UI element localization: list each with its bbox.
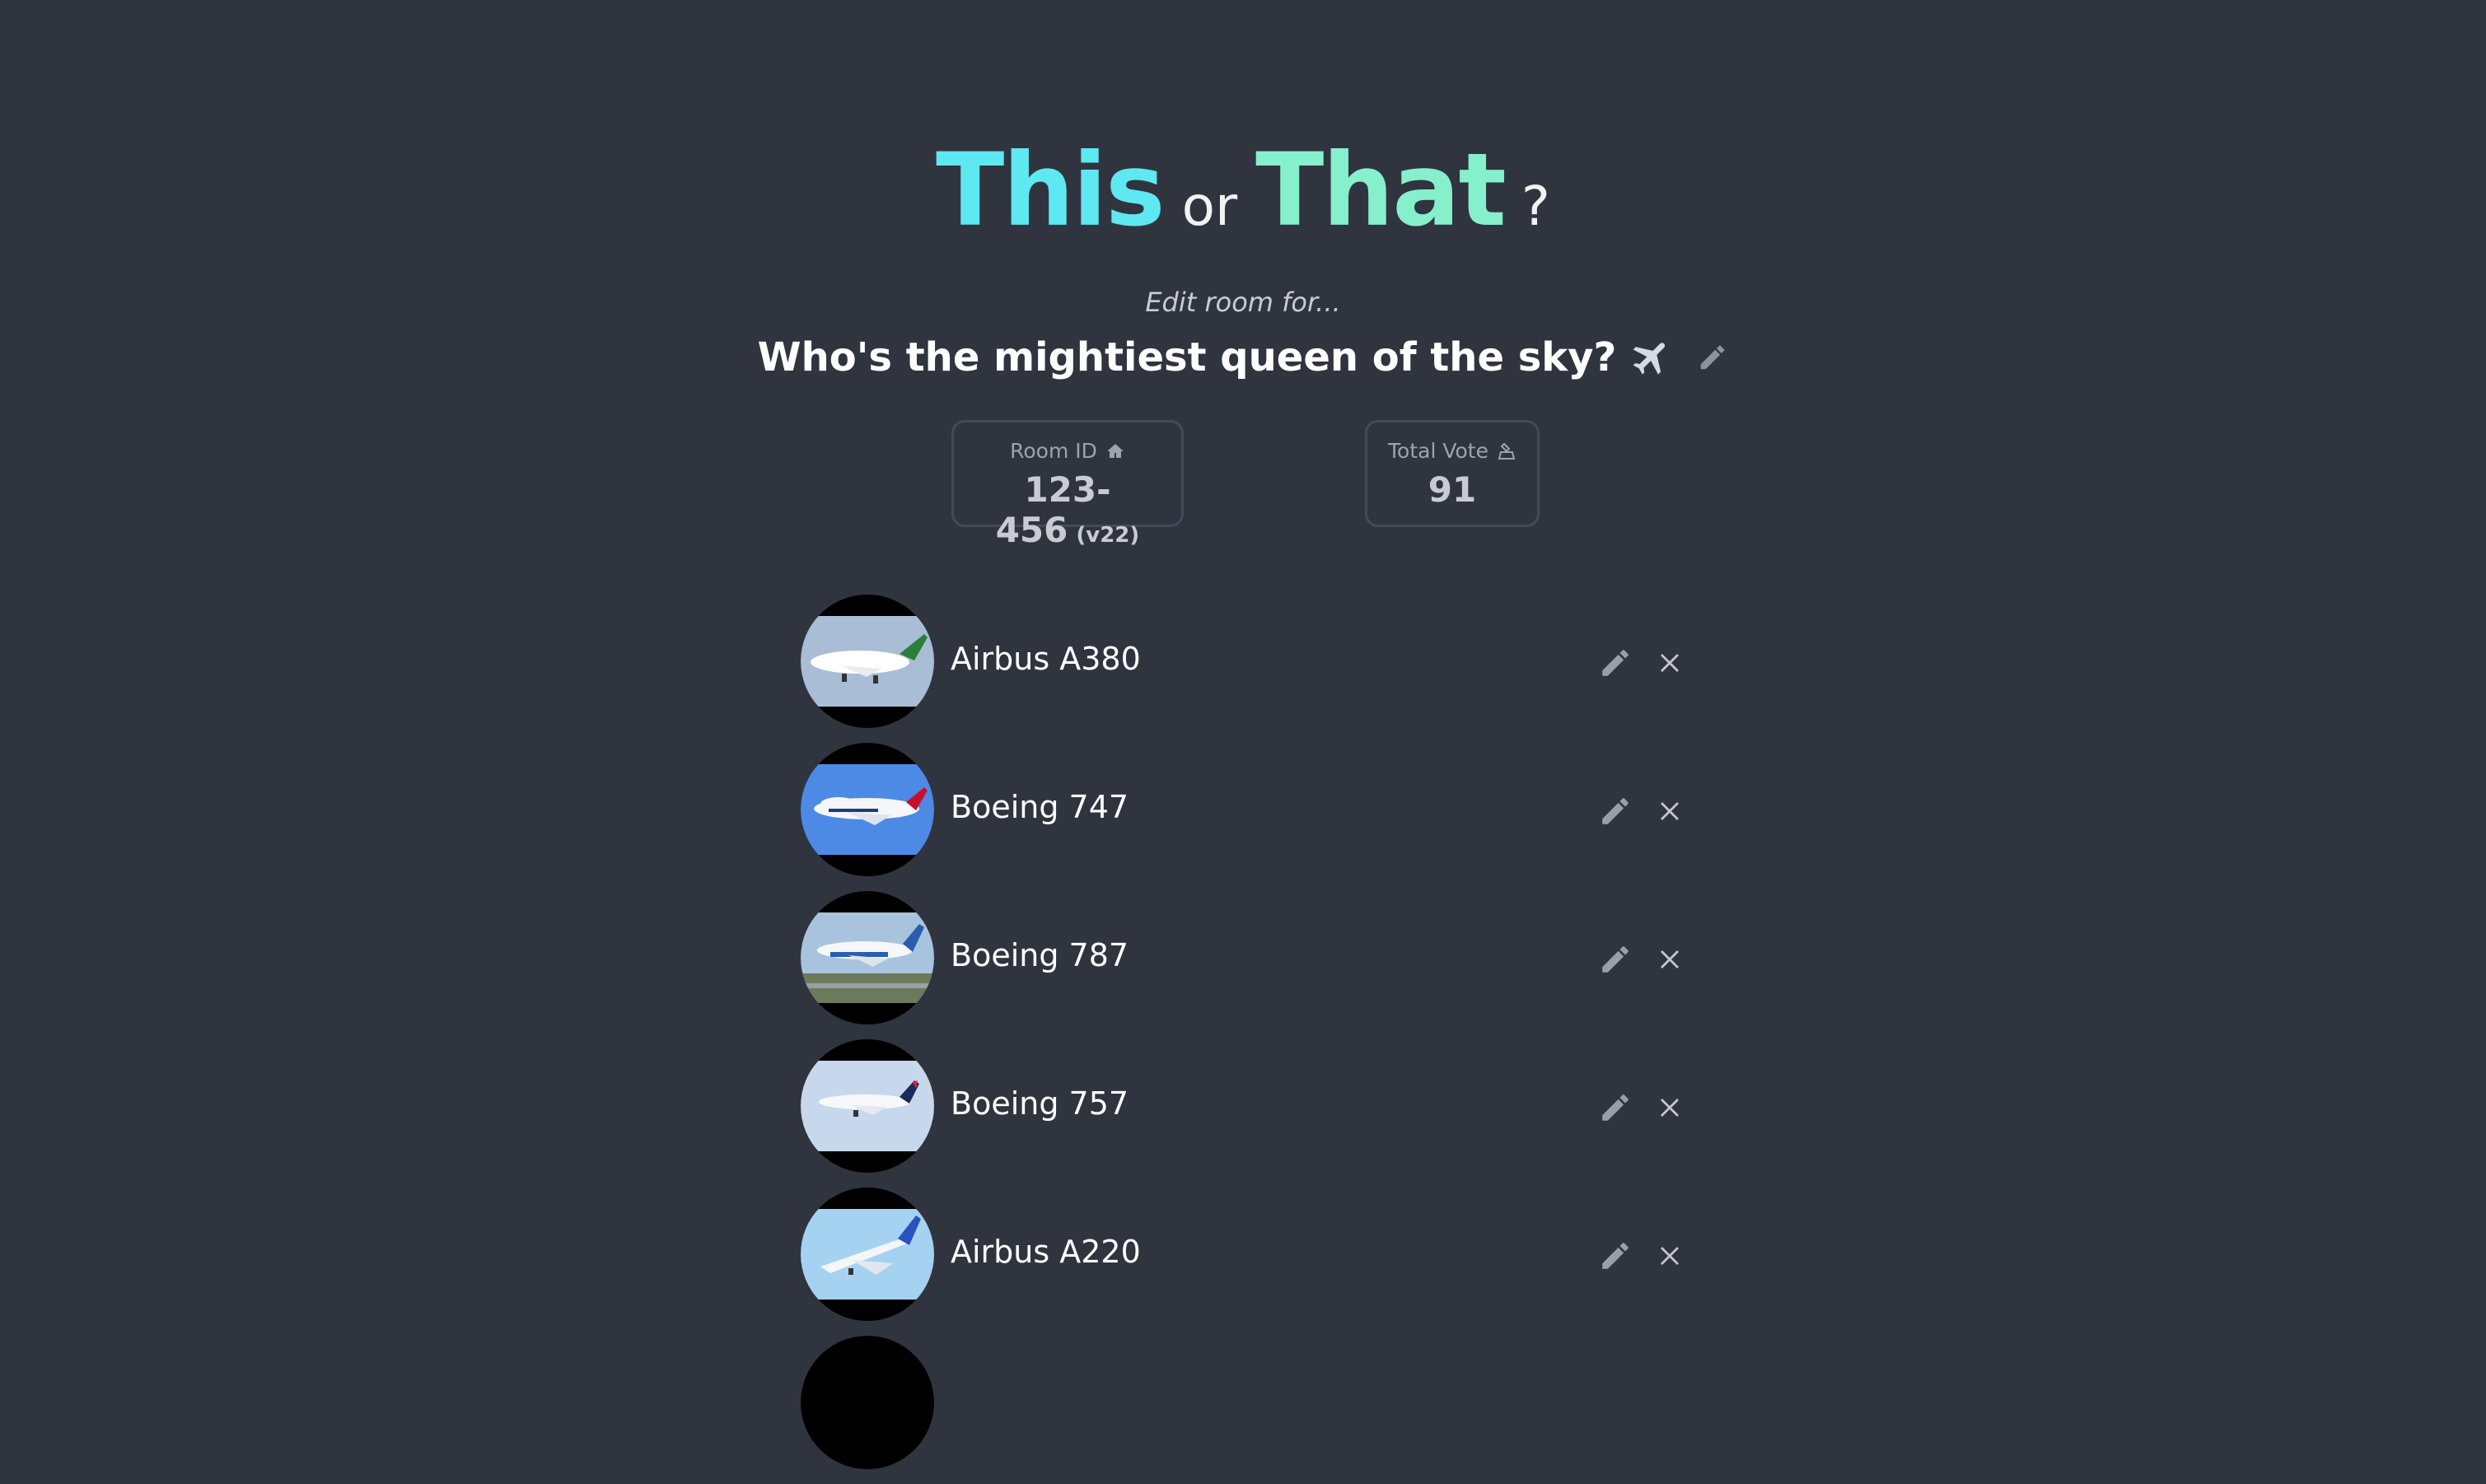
logo-that: That	[1255, 132, 1507, 249]
edit-question-button[interactable]	[1697, 342, 1728, 373]
logo-or: or	[1181, 175, 1238, 238]
pencil-icon	[1602, 650, 1629, 676]
pencil-icon	[1602, 946, 1629, 973]
room-question: Who's the mightiest queen of the sky?	[757, 334, 1617, 380]
edit-option-button[interactable]	[1598, 794, 1633, 828]
close-icon	[1661, 1247, 1679, 1265]
options-list: Airbus A380 Boeing 747 Boeing 787 Boeing…	[801, 595, 1690, 1484]
plane-photo-757	[801, 1039, 934, 1173]
list-item: Boeing 757	[801, 1039, 1690, 1188]
option-name: Airbus A220	[951, 1234, 1141, 1270]
plane-photo	[801, 1336, 934, 1469]
house-icon	[1105, 441, 1125, 461]
list-item: Boeing 747	[801, 743, 1690, 891]
page: This or That ? Edit room for... Who's th…	[0, 0, 2486, 1469]
list-item: Boeing 787	[801, 891, 1690, 1039]
edit-option-button[interactable]	[1598, 646, 1633, 680]
delete-option-button[interactable]	[1657, 651, 1682, 675]
delete-option-button[interactable]	[1657, 799, 1682, 824]
option-name: Boeing 757	[951, 1085, 1129, 1122]
plane-photo-787	[801, 891, 934, 1024]
room-id-card: Room ID 123-456 (v22)	[951, 420, 1184, 550]
option-name: Boeing 787	[951, 937, 1129, 973]
edit-option-button[interactable]	[1598, 1090, 1633, 1125]
logo-question-mark: ?	[1521, 175, 1550, 238]
room-version: (v22)	[1076, 523, 1140, 548]
total-vote-value: 91	[1428, 469, 1477, 510]
edit-room-subtitle: Edit room for...	[1145, 287, 1341, 318]
plane-photo-a220	[801, 1188, 934, 1321]
edit-option-button[interactable]	[1598, 942, 1633, 977]
plane-photo-a380	[801, 595, 934, 728]
list-item-partial	[801, 1336, 1690, 1484]
pencil-icon	[1602, 798, 1629, 824]
edit-option-button[interactable]	[1598, 1239, 1633, 1273]
delete-option-button[interactable]	[1657, 947, 1682, 972]
logo-this: This	[936, 132, 1166, 249]
room-id-label: Room ID	[1010, 439, 1097, 463]
total-vote-label: Total Vote	[1388, 439, 1488, 463]
room-question-row: Who's the mightiest queen of the sky?	[0, 334, 2486, 380]
close-icon	[1661, 950, 1679, 968]
option-name: Airbus A380	[951, 641, 1141, 677]
close-icon	[1661, 802, 1679, 820]
pencil-icon	[1602, 1094, 1629, 1121]
plane-photo-747	[801, 743, 934, 876]
total-vote-card: Total Vote 91	[1365, 420, 1540, 527]
pencil-icon	[1602, 1243, 1629, 1269]
ballot-icon	[1497, 441, 1516, 461]
app-logo: This or That ?	[0, 132, 2486, 249]
close-icon	[1661, 1099, 1679, 1117]
pencil-icon	[1701, 345, 1725, 370]
delete-option-button[interactable]	[1657, 1095, 1682, 1120]
option-name: Boeing 747	[951, 789, 1129, 825]
list-item: Airbus A220	[801, 1188, 1690, 1336]
list-item: Airbus A380	[801, 595, 1690, 743]
airplane-icon	[1629, 335, 1674, 380]
close-icon	[1661, 654, 1679, 672]
delete-option-button[interactable]	[1657, 1244, 1682, 1268]
